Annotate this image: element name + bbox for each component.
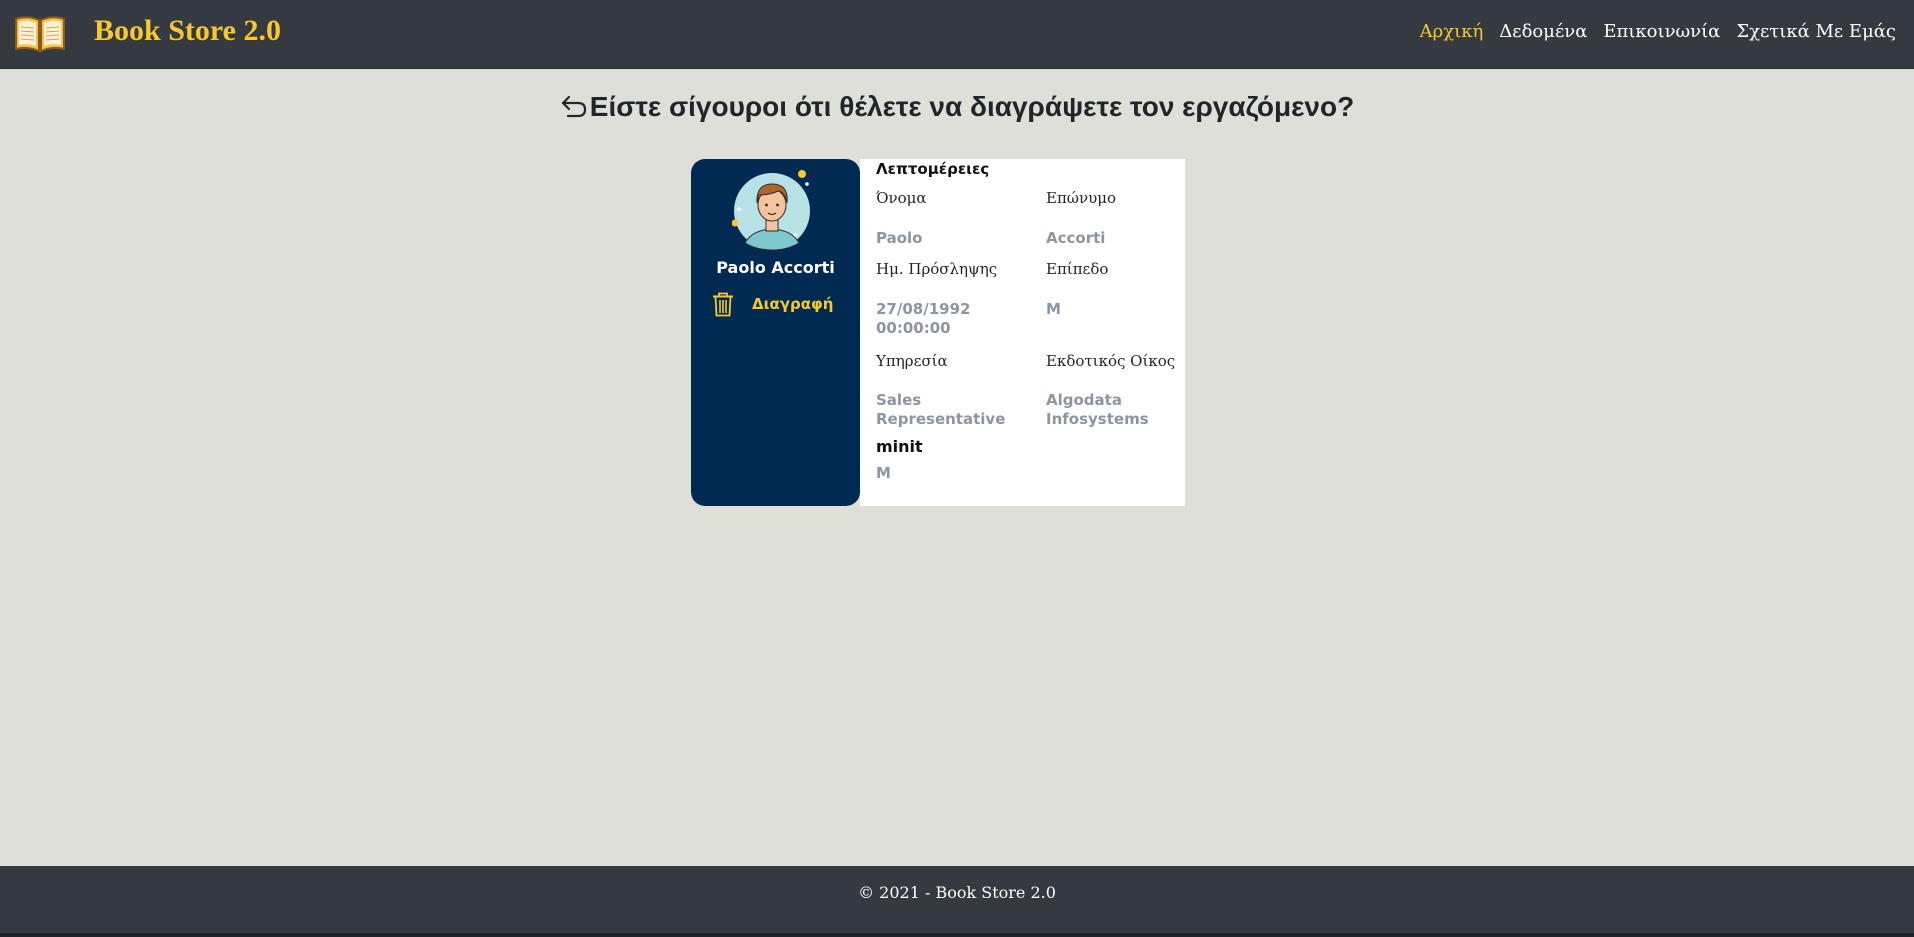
brand-link[interactable]: Book Store 2.0	[94, 14, 281, 48]
footer: © 2021 - Book Store 2.0	[0, 866, 1914, 937]
job-value: Sales Representative	[876, 391, 1006, 428]
page-title: Είστε σίγουροι ότι θέλετε να διαγράψετε …	[0, 91, 1914, 123]
page-title-text: Είστε σίγουροι ότι θέλετε να διαγράψετε …	[589, 91, 1355, 122]
delete-label: Διαγραφή	[752, 295, 834, 313]
minit-label: minit	[876, 437, 923, 456]
main-nav: Αρχική Δεδομένα Επικοινωνία Σχετικά Με Ε…	[1420, 21, 1896, 42]
nav-item-about[interactable]: Σχετικά Με Εμάς	[1736, 21, 1896, 42]
employee-card: Paolo Accorti Διαγραφή Λεπτομέρειες Όνομ…	[691, 159, 1185, 506]
back-arrow-icon[interactable]	[560, 93, 588, 119]
publisher-value: Algodata Infosystems	[1046, 391, 1149, 428]
minit-value: M	[876, 464, 891, 482]
bottom-strip	[0, 933, 1914, 937]
publisher-label: Εκδοτικός Οίκος	[1046, 352, 1176, 370]
employee-summary-panel: Paolo Accorti Διαγραφή	[691, 159, 860, 506]
nav-item-contact[interactable]: Επικοινωνία	[1603, 21, 1720, 42]
first-name-value: Paolo	[876, 229, 923, 247]
delete-button[interactable]: Διαγραφή	[712, 292, 847, 318]
job-label: Υπηρεσία	[876, 352, 948, 370]
nav-item-home[interactable]: Αρχική	[1420, 21, 1484, 42]
avatar	[732, 170, 810, 251]
last-name-label: Επώνυμο	[1046, 189, 1117, 207]
hire-date-value: 27/08/1992 00:00:00	[876, 300, 971, 337]
open-book-icon[interactable]	[14, 13, 66, 53]
details-title: Λεπτομέρειες	[876, 160, 990, 178]
employee-details-panel: Λεπτομέρειες Όνομα Επώνυμο Paolo Accorti…	[860, 159, 1185, 506]
navbar: Book Store 2.0 Αρχική Δεδομένα Επικοινων…	[0, 0, 1914, 69]
hire-date-label: Ημ. Πρόσληψης	[876, 260, 998, 278]
last-name-value: Accorti	[1046, 229, 1106, 247]
level-label: Επίπεδο	[1046, 260, 1109, 278]
first-name-label: Όνομα	[876, 189, 927, 207]
employee-name: Paolo Accorti	[716, 258, 835, 277]
footer-copyright: © 2021 - Book Store 2.0	[858, 883, 1056, 902]
trash-icon	[713, 292, 733, 317]
level-value: M	[1046, 300, 1061, 318]
nav-item-data[interactable]: Δεδομένα	[1499, 21, 1587, 42]
